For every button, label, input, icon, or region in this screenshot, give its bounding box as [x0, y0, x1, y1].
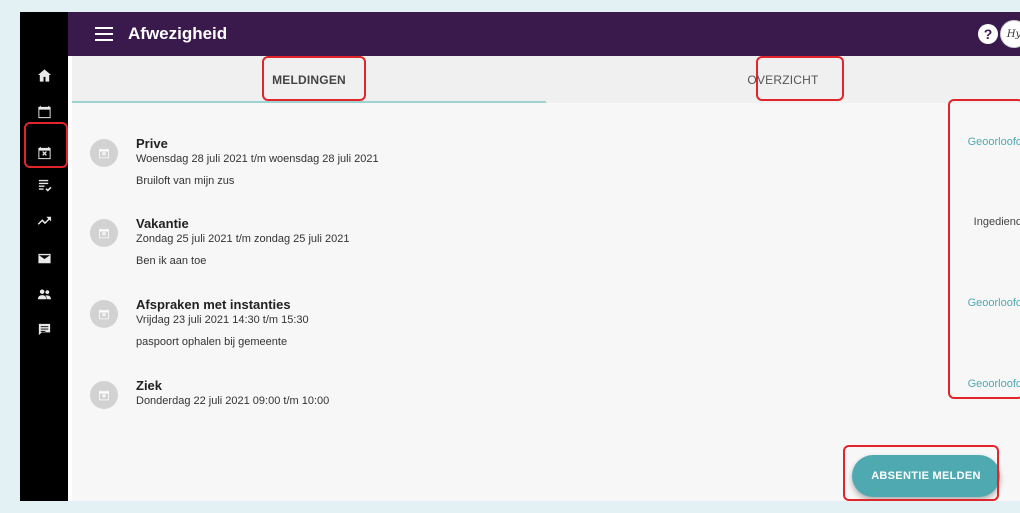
- hamburger-icon: [95, 27, 113, 41]
- status-badge: Geoorloofd: [967, 136, 1020, 148]
- calendar-absence-icon: [99, 228, 109, 239]
- item-title: Ziek: [136, 378, 163, 393]
- item-icon: [90, 381, 118, 409]
- list-item[interactable]: Afspraken met instanties Vrijdag 23 juli…: [72, 286, 1020, 366]
- calendar-absence-icon: [99, 148, 109, 159]
- tab-overzicht[interactable]: OVERZICHT: [546, 56, 1020, 103]
- sidebar-item-progress[interactable]: [20, 208, 68, 232]
- sidebar-item-home[interactable]: [20, 63, 68, 87]
- sidebar-item-calendar[interactable]: [20, 99, 68, 123]
- absence-list: Prive Woensdag 28 juli 2021 t/m woensdag…: [72, 103, 1020, 501]
- item-description: paspoort ophalen bij gemeente: [136, 336, 288, 348]
- tab-overzicht-label: OVERZICHT: [747, 72, 819, 87]
- item-description: Ben ik aan toe: [136, 255, 207, 267]
- menu-button[interactable]: [82, 12, 126, 56]
- sidebar: [20, 12, 68, 501]
- calendar-icon: [37, 105, 51, 118]
- avatar[interactable]: Hy: [1000, 20, 1020, 48]
- calendar-absence-icon: [99, 390, 109, 401]
- chat-icon: [38, 323, 50, 335]
- list-item[interactable]: Prive Woensdag 28 juli 2021 t/m woensdag…: [72, 125, 1020, 205]
- app-window: Afwezigheid ? Hy MELDINGEN OVERZICHT Pri…: [20, 12, 1020, 501]
- people-icon: [37, 288, 51, 299]
- tab-meldingen-label: MELDINGEN: [272, 72, 346, 87]
- item-icon: [90, 139, 118, 167]
- item-icon: [90, 219, 118, 247]
- item-date: Vrijdag 23 juli 2021 14:30 t/m 15:30: [136, 314, 309, 326]
- app-header: Afwezigheid ? Hy: [68, 12, 1020, 56]
- tab-meldingen[interactable]: MELDINGEN: [72, 56, 546, 103]
- item-description: Bruiloft van mijn zus: [136, 175, 235, 187]
- calendar-absence-icon: [37, 146, 51, 159]
- status-badge: Geoorloofd: [967, 297, 1020, 309]
- mail-icon: [37, 253, 51, 263]
- sidebar-item-chat[interactable]: [20, 317, 68, 341]
- trending-up-icon: [37, 216, 51, 225]
- item-date: Zondag 25 juli 2021 t/m zondag 25 juli 2…: [136, 233, 350, 245]
- sidebar-item-tasks[interactable]: [20, 173, 68, 197]
- item-date: Donderdag 22 juli 2021 09:00 t/m 10:00: [136, 395, 330, 407]
- status-badge: Geoorloofd: [967, 378, 1020, 390]
- list-item[interactable]: Vakantie Zondag 25 juli 2021 t/m zondag …: [72, 205, 1020, 285]
- item-title: Vakantie: [136, 216, 189, 231]
- sidebar-item-absence[interactable]: [20, 140, 68, 164]
- item-title: Afspraken met instanties: [136, 297, 291, 312]
- sidebar-item-people[interactable]: [20, 282, 68, 306]
- checklist-icon: [38, 179, 52, 192]
- help-icon[interactable]: ?: [978, 24, 998, 44]
- report-absence-button[interactable]: ABSENTIE MELDEN: [852, 455, 1000, 497]
- item-title: Prive: [136, 136, 168, 151]
- status-badge: Ingediend: [973, 216, 1020, 228]
- page-title: Afwezigheid: [128, 24, 228, 43]
- list-item[interactable]: Ziek Donderdag 22 juli 2021 09:00 t/m 10…: [72, 367, 1020, 447]
- item-date: Woensdag 28 juli 2021 t/m woensdag 28 ju…: [136, 153, 379, 165]
- calendar-absence-icon: [99, 309, 109, 320]
- sidebar-item-messages[interactable]: [20, 246, 68, 270]
- tab-bar: MELDINGEN OVERZICHT: [72, 56, 1020, 103]
- item-icon: [90, 300, 118, 328]
- home-icon: [37, 68, 51, 82]
